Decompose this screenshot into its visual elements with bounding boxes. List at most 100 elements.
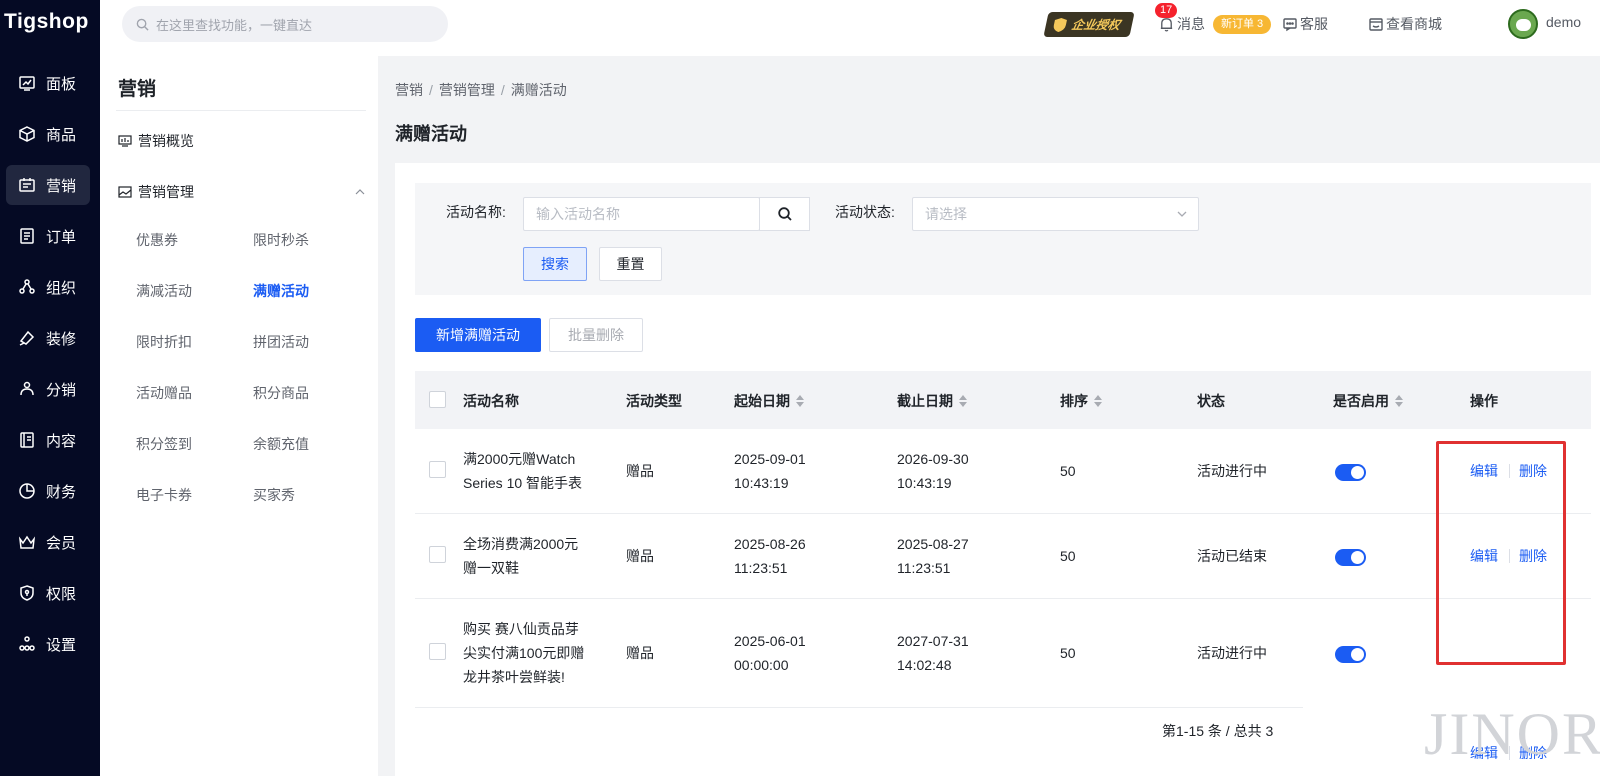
chevron-up-icon[interactable] [354,186,366,198]
subnav-item-full-reduction[interactable]: 满减活动 [136,281,192,301]
store-icon [1369,18,1383,31]
message-count-badge: 17 [1155,3,1178,18]
start-date-cell: 2025-09-01 10:43:19 [734,447,806,495]
nav-item-marketing[interactable]: 营销 [6,165,90,205]
enabled-toggle[interactable] [1335,549,1366,566]
view-store-link[interactable]: 查看商城 [1368,14,1442,34]
nav-item-decoration[interactable]: 装修 [6,318,90,358]
subnav-item-limited-discount[interactable]: 限时折扣 [136,332,192,352]
customer-service-link[interactable]: 客服 [1282,14,1328,34]
nav-label: 设置 [46,636,77,654]
chevron-down-icon [1177,211,1187,217]
bell-icon [1160,17,1173,32]
member-icon [18,535,36,549]
date-line: 2025-08-27 [897,536,969,552]
monitor-icon [118,135,132,147]
messages-label: 消息 [1177,16,1205,32]
sort-icon[interactable] [1395,394,1403,408]
breadcrumb-current: 满赠活动 [510,82,567,98]
nav-label: 内容 [46,432,77,450]
nav-item-content[interactable]: 内容 [6,420,90,460]
col-label: 活动类型 [626,393,682,409]
subnav-marketing-overview[interactable]: 营销概览 [118,131,194,151]
search-icon [777,207,792,221]
table-row: 满2000元赠Watch Series 10 智能手表 赠品 2025-09-0… [415,429,1591,514]
new-order-badge[interactable]: 新订单 3 [1213,15,1272,34]
activity-type-cell: 赠品 [626,548,654,564]
activity-name-cell[interactable]: 购买 赛八仙贡品芽 尖实付满100元即赠 龙井茶叶尝鲜装! [463,617,584,689]
nav-label: 财务 [46,483,77,501]
reset-button[interactable]: 重置 [599,247,662,281]
subnav-item-coupon[interactable]: 优惠券 [136,230,178,250]
activity-name-line: 尖实付满100元即赠 [463,645,585,661]
activity-name-placeholder: 输入活动名称 [536,206,620,222]
name-search-button[interactable] [759,197,810,231]
nav-item-dashboard[interactable]: 面板 [6,63,90,103]
nav-item-organization[interactable]: 组织 [6,267,90,307]
col-start-date[interactable]: 起始日期 [734,391,804,411]
enterprise-license-badge[interactable]: 企业授权 [1043,12,1135,37]
activity-name-line: 龙井茶叶尝鲜装! [463,669,565,685]
marketing-icon [19,178,35,192]
breadcrumb-item[interactable]: 营销管理 [439,82,495,98]
enabled-toggle[interactable] [1335,646,1366,663]
batch-delete-button[interactable]: 批量删除 [549,318,643,352]
table-row: 全场消费满2000元 赠一双鞋 赠品 2025-08-26 11:23:51 2… [415,514,1591,599]
search-button[interactable]: 搜索 [523,247,587,281]
image-icon [118,186,132,198]
nav-item-distribution[interactable]: 分销 [6,369,90,409]
subnav-item-activity-gift[interactable]: 活动赠品 [136,383,192,403]
subnav-marketing-management[interactable]: 营销管理 [118,182,194,202]
col-end-date[interactable]: 截止日期 [897,391,967,411]
subnav-item-points-checkin[interactable]: 积分签到 [136,434,192,454]
subnav-item-group-buy[interactable]: 拼团活动 [253,332,309,352]
nav-item-members[interactable]: 会员 [6,522,90,562]
nav-item-permissions[interactable]: 权限 [6,573,90,613]
row-checkbox[interactable] [429,461,446,478]
top-bar: 在这里查找功能，一键直达 企业授权 消息 17 新订单 3 客服 查看商城 de… [100,0,1600,56]
search-placeholder: 在这里查找功能，一键直达 [156,17,313,33]
row-checkbox[interactable] [429,643,446,660]
sort-icon[interactable] [1094,394,1102,408]
user-menu[interactable]: demo [1546,14,1581,30]
nav-item-finance[interactable]: 财务 [6,471,90,511]
view-store-label: 查看商城 [1386,16,1442,32]
subnav-item-flash-sale[interactable]: 限时秒杀 [253,230,309,250]
add-full-gift-button[interactable]: 新增满赠活动 [415,318,541,352]
global-search-input[interactable]: 在这里查找功能，一键直达 [122,6,448,42]
subnav-item-e-card[interactable]: 电子卡券 [136,485,192,505]
nav-item-products[interactable]: 商品 [6,114,90,154]
sort-icon[interactable] [959,394,967,408]
app-logo[interactable]: Tigshop [4,10,89,34]
subnav-overview-label: 营销概览 [138,133,194,149]
col-enabled[interactable]: 是否启用 [1333,391,1403,411]
subnav-item-buyer-show[interactable]: 买家秀 [253,485,295,505]
date-line: 2027-07-31 [897,633,969,649]
col-label: 活动名称 [463,393,519,409]
activity-name-input[interactable]: 输入活动名称 [523,197,760,231]
col-activity-type: 活动类型 [626,391,682,411]
watermark: JINOR [1424,701,1600,767]
shield-icon [1053,17,1068,32]
nav-item-settings[interactable]: 设置 [6,624,90,664]
activity-name-label: 活动名称: [446,204,506,220]
activity-status-select[interactable]: 请选择 [912,197,1199,231]
select-all-checkbox[interactable] [429,391,446,408]
col-activity-name: 活动名称 [463,391,519,411]
activity-name-cell[interactable]: 全场消费满2000元 赠一双鞋 [463,532,578,580]
subnav-item-full-gift[interactable]: 满赠活动 [253,281,309,301]
status-cell: 活动进行中 [1197,463,1267,479]
subnav-item-points-product[interactable]: 积分商品 [253,383,309,403]
col-label: 排序 [1060,393,1088,409]
nav-item-orders[interactable]: 订单 [6,216,90,256]
subnav-item-balance-recharge[interactable]: 余额充值 [253,434,309,454]
avatar[interactable] [1508,9,1538,39]
breadcrumb-item[interactable]: 营销 [395,82,423,98]
sort-icon[interactable] [796,394,804,408]
row-checkbox[interactable] [429,546,446,563]
col-sort-order[interactable]: 排序 [1060,391,1102,411]
nav-label: 订单 [46,228,77,246]
nav-label: 商品 [46,126,77,144]
enabled-toggle[interactable] [1335,464,1366,481]
activity-name-cell[interactable]: 满2000元赠Watch Series 10 智能手表 [463,447,582,495]
